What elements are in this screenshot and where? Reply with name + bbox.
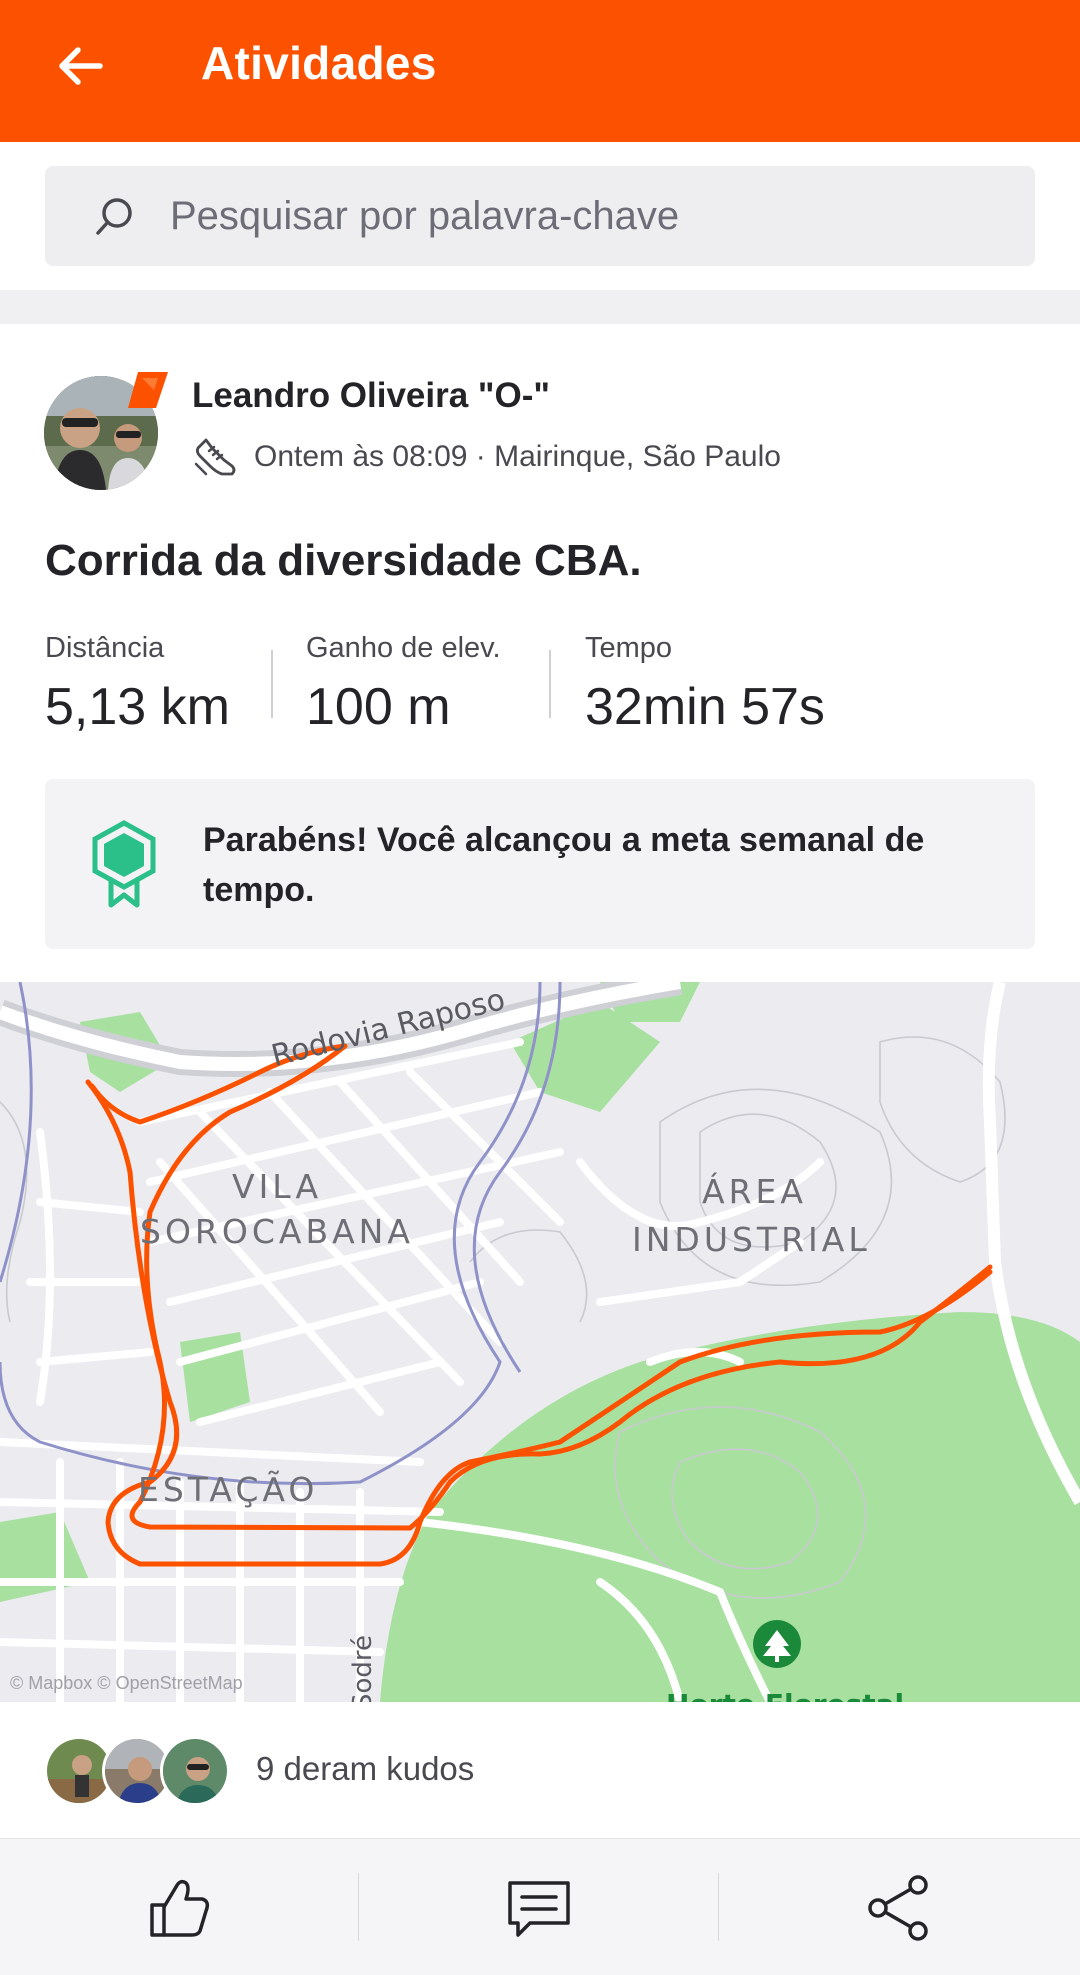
map-canvas [0,982,1080,1702]
athlete-avatar[interactable] [44,368,168,490]
activity-date-location: Ontem às 08:09 · Mairinque, São Paulo [254,440,781,473]
share-icon [868,1874,928,1941]
map-label-vila-2: SOROCABANA [140,1212,414,1251]
athlete-name[interactable]: Leandro Oliveira "O-" [192,376,550,416]
subscriber-badge-icon [128,372,168,408]
share-button[interactable] [720,1839,1078,1975]
goal-badge-icon [92,820,156,908]
stat-divider [271,650,273,718]
thumbs-up-icon [150,1879,210,1937]
stat-time: Tempo 32min 57s [585,632,825,737]
goal-achievement-banner[interactable]: Parabéns! Você alcançou a meta semanal d… [45,779,1035,949]
map-label-sodre: Sodré [348,1634,378,1702]
activity-card[interactable]: Leandro Oliveira "O-" Ontem às 08:09 · M… [0,324,1080,1834]
section-divider [0,290,1080,324]
comment-button[interactable] [360,1839,718,1975]
search-input[interactable] [170,166,1010,266]
map-label-horto: Horto Florestal [666,1688,904,1702]
arrow-left-icon [59,47,103,85]
kudos-count[interactable]: 9 deram kudos [256,1750,474,1788]
running-shoe-icon [194,438,236,476]
kudos-button[interactable] [0,1839,358,1975]
map-label-vila: VILA [232,1167,323,1206]
stat-elevation: Ganho de elev. 100 m [306,632,501,737]
activity-title[interactable]: Corrida da diversidade CBA. [45,536,642,586]
activity-action-bar [0,1838,1080,1975]
action-divider [358,1873,359,1941]
goal-message: Parabéns! Você alcançou a meta semanal d… [203,821,925,909]
stat-value: 5,13 km [45,678,230,736]
stat-label: Tempo [585,632,673,664]
kudos-row[interactable]: 9 deram kudos [0,1702,1080,1834]
kudo-avatar [160,1736,230,1806]
back-button[interactable] [40,26,120,106]
stat-value: 32min 57s [585,678,825,736]
stat-distance: Distância 5,13 km [45,632,230,737]
comment-icon [508,1880,570,1937]
search-icon [96,198,132,235]
map-label-estacao: ESTAÇÃO [138,1470,319,1509]
stat-value: 100 m [306,678,451,736]
stat-label: Ganho de elev. [306,632,501,664]
map-attribution[interactable]: © Mapbox © OpenStreetMap [10,1673,243,1694]
app-header: Atividades [0,0,1080,142]
search-box[interactable] [45,166,1035,266]
search-section [0,142,1080,290]
stat-divider [549,650,551,718]
route-map[interactable]: Rodovia Raposo VILA SOROCABANA ÁREA INDU… [0,982,1080,1702]
stat-label: Distância [45,632,165,664]
page-title: Atividades [201,37,437,89]
map-label-industrial: INDUSTRIAL [632,1220,871,1259]
action-divider [718,1873,719,1941]
activity-meta: Ontem às 08:09 · Mairinque, São Paulo [192,434,781,480]
map-label-area: ÁREA [702,1172,807,1211]
